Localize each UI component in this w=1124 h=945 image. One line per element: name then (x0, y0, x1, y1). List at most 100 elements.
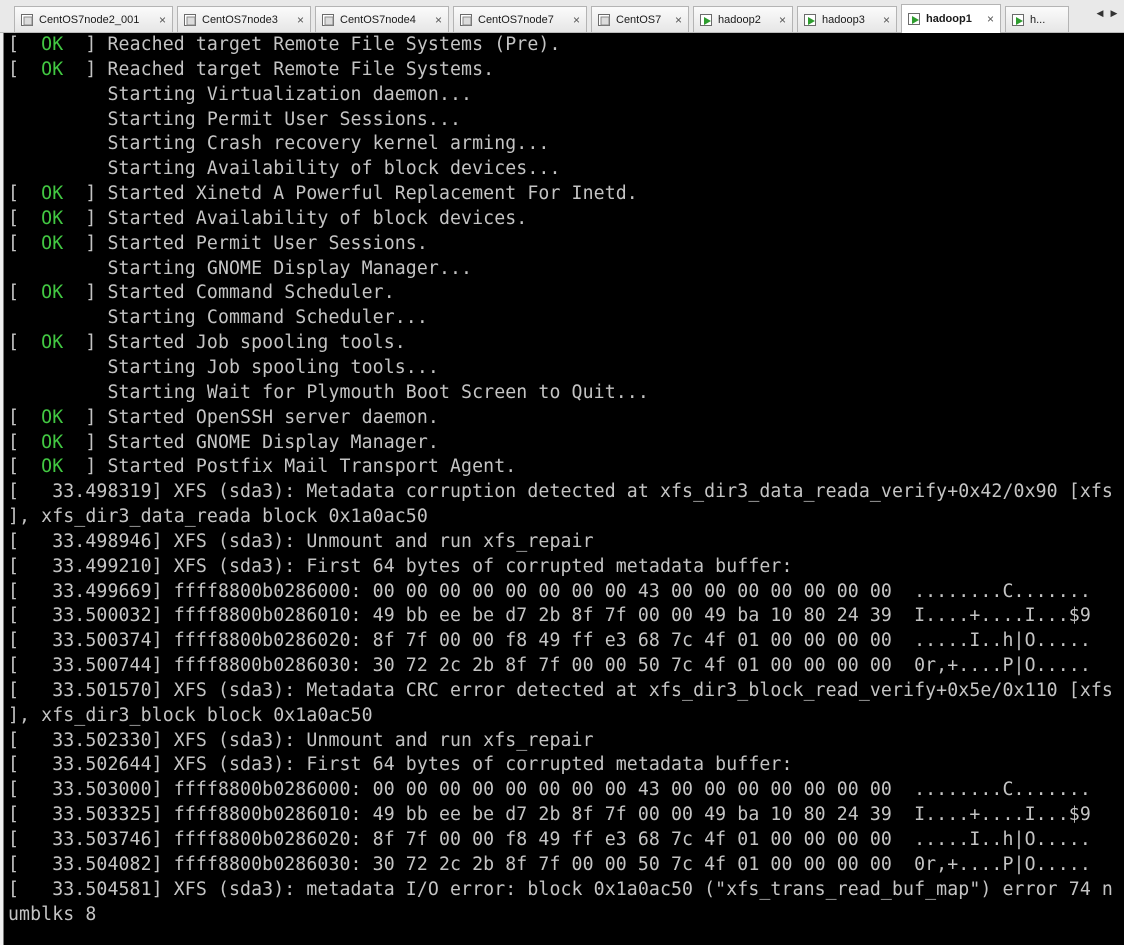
running-vm-icon (804, 13, 816, 26)
vm-icon (322, 13, 334, 26)
tab-label: hadoop3 (822, 13, 865, 26)
console-line: [ OK ] Started GNOME Display Manager. (8, 431, 1124, 456)
console-line: [ OK ] Started OpenSSH server daemon. (8, 406, 1124, 431)
console-text: [ (8, 282, 42, 304)
console-text: ] Started Command Scheduler. (63, 282, 395, 304)
console-line: [ OK ] Reached target Remote File System… (8, 58, 1124, 83)
tab-hadoop3[interactable]: hadoop3 × (797, 6, 897, 32)
console-text: [ 33.503325] ffff8800b0286010: 49 bb ee … (8, 804, 1091, 826)
console-text: [ 33.500374] ffff8800b0286020: 8f 7f 00 … (8, 630, 1091, 652)
console-text: ] Started Permit User Sessions. (63, 232, 428, 254)
console-text: Starting Availability of block devices..… (8, 158, 561, 180)
console-line: Starting GNOME Display Manager... (8, 257, 1124, 282)
tab-label: CentOS7node3 (202, 13, 278, 26)
console-text: [ (8, 232, 42, 254)
close-icon[interactable]: × (675, 13, 682, 27)
console-line: Starting Job spooling tools... (8, 356, 1124, 381)
tab-centos7node3[interactable]: CentOS7node3 × (177, 6, 311, 32)
console-line: Starting Permit User Sessions... (8, 108, 1124, 133)
tab-hadoop1[interactable]: hadoop1 × (901, 4, 1001, 33)
console-text: [ (8, 332, 42, 354)
console-line: [ 33.504581] XFS (sda3): metadata I/O er… (8, 878, 1124, 903)
console-text: [ (8, 406, 42, 428)
console-line: Starting Command Scheduler... (8, 306, 1124, 331)
console-text: [ 33.498946] XFS (sda3): Unmount and run… (8, 530, 594, 552)
console-line: [ 33.504082] ffff8800b0286030: 30 72 2c … (8, 853, 1124, 878)
console-text: Starting Crash recovery kernel arming... (8, 133, 550, 155)
console-text: [ 33.499669] ffff8800b0286000: 00 00 00 … (8, 580, 1091, 602)
ok-status: OK (41, 207, 64, 229)
console-line: [ OK ] Started Job spooling tools. (8, 331, 1124, 356)
tab-label: CentOS7 (616, 13, 662, 26)
console-line: [ OK ] Started Availability of block dev… (8, 207, 1124, 232)
console-line: [ OK ] Started Command Scheduler. (8, 281, 1124, 306)
running-vm-icon (700, 13, 712, 26)
ok-status: OK (41, 332, 64, 354)
console-text: ] Started GNOME Display Manager. (63, 431, 439, 453)
console-text: [ (8, 34, 42, 55)
console-line: [ 33.502330] XFS (sda3): Unmount and run… (8, 729, 1124, 754)
ok-status: OK (41, 406, 64, 428)
console-line: [ 33.500744] ffff8800b0286030: 30 72 2c … (8, 654, 1124, 679)
tab-centos7[interactable]: CentOS7 × (591, 6, 689, 32)
console-line: [ OK ] Started Xinetd A Powerful Replace… (8, 182, 1124, 207)
scroll-tabs-right-icon[interactable]: ▶ (1108, 8, 1120, 19)
console-text: ] Started Availability of block devices. (63, 207, 528, 229)
tab-centos7node7[interactable]: CentOS7node7 × (453, 6, 587, 32)
close-icon[interactable]: × (573, 13, 580, 27)
console-line: ], xfs_dir3_data_reada block 0x1a0ac50 (8, 505, 1124, 530)
console-line: [ OK ] Started Postfix Mail Transport Ag… (8, 455, 1124, 480)
ok-status: OK (41, 232, 64, 254)
tab-centos7node2-001[interactable]: CentOS7node2_001 × (14, 6, 173, 32)
console-text: [ 33.502330] XFS (sda3): Unmount and run… (8, 729, 594, 751)
console-text: ] Started Xinetd A Powerful Replacement … (63, 183, 638, 205)
ok-status: OK (41, 456, 64, 478)
scroll-tabs-left-icon[interactable]: ◀ (1094, 8, 1106, 19)
ok-status: OK (41, 34, 64, 55)
vm-console-screen[interactable]: [ OK ] Reached target Remote File System… (3, 33, 1124, 945)
console-line: umblks 8 (8, 903, 1124, 928)
vm-icon (598, 13, 610, 26)
console-text: umblks 8 (8, 903, 97, 925)
console-line: Starting Wait for Plymouth Boot Screen t… (8, 381, 1124, 406)
tab-centos7node4[interactable]: CentOS7node4 × (315, 6, 449, 32)
console-line: [ 33.498319] XFS (sda3): Metadata corrup… (8, 480, 1124, 505)
running-vm-icon (908, 13, 920, 25)
console-line: Starting Crash recovery kernel arming... (8, 132, 1124, 157)
tab-h-truncated[interactable]: h... (1005, 6, 1069, 32)
console-line: [ 33.503000] ffff8800b0286000: 00 00 00 … (8, 778, 1124, 803)
close-icon[interactable]: × (159, 13, 166, 27)
console-text: Starting Virtualization daemon... (8, 83, 473, 105)
console-line: Starting Availability of block devices..… (8, 157, 1124, 182)
console-text: [ (8, 431, 42, 453)
close-icon[interactable]: × (297, 13, 304, 27)
console-text: [ (8, 183, 42, 205)
console-text: [ 33.503000] ffff8800b0286000: 00 00 00 … (8, 779, 1091, 801)
ok-status: OK (41, 282, 64, 304)
console-text: [ 33.504581] XFS (sda3): metadata I/O er… (8, 878, 1113, 900)
close-icon[interactable]: × (435, 13, 442, 27)
close-icon[interactable]: × (987, 12, 994, 26)
console-line: [ 33.499669] ffff8800b0286000: 00 00 00 … (8, 580, 1124, 605)
close-icon[interactable]: × (883, 13, 890, 27)
tab-label: hadoop1 (926, 13, 972, 25)
console-text: ], xfs_dir3_data_reada block 0x1a0ac50 (8, 506, 428, 528)
tab-label: h... (1030, 13, 1046, 26)
console-text: Starting Command Scheduler... (8, 307, 428, 329)
console-line: Starting Virtualization daemon... (8, 83, 1124, 108)
console-line: ], xfs_dir3_block block 0x1a0ac50 (8, 704, 1124, 729)
tab-hadoop2[interactable]: hadoop2 × (693, 6, 793, 32)
console-line: [ 33.500374] ffff8800b0286020: 8f 7f 00 … (8, 629, 1124, 654)
console-line: [ 33.503325] ffff8800b0286010: 49 bb ee … (8, 803, 1124, 828)
vm-icon (184, 13, 196, 26)
console-line: [ 33.499210] XFS (sda3): First 64 bytes … (8, 555, 1124, 580)
vm-tab-bar: CentOS7node2_001 × CentOS7node3 × CentOS… (0, 0, 1124, 33)
ok-status: OK (41, 183, 64, 205)
close-icon[interactable]: × (779, 13, 786, 27)
console-text: [ 33.499210] XFS (sda3): First 64 bytes … (8, 555, 793, 577)
console-line: [ 33.498946] XFS (sda3): Unmount and run… (8, 530, 1124, 555)
console-text: [ 33.500032] ffff8800b0286010: 49 bb ee … (8, 605, 1091, 627)
console-text: ], xfs_dir3_block block 0x1a0ac50 (8, 704, 373, 726)
console-text: [ 33.501570] XFS (sda3): Metadata CRC er… (8, 679, 1113, 701)
console-text: [ 33.503746] ffff8800b0286020: 8f 7f 00 … (8, 829, 1091, 850)
